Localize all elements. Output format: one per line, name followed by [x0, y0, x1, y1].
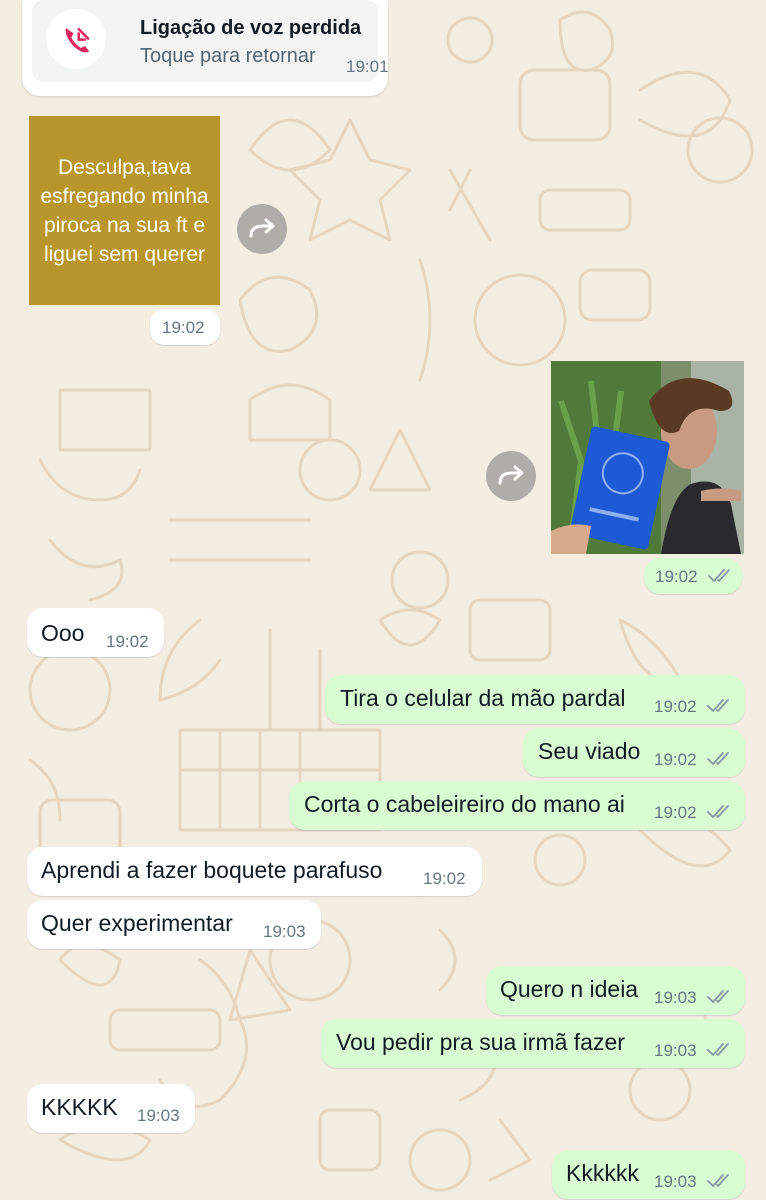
image-message-time-pill: 19:02 — [150, 309, 220, 345]
outgoing-message[interactable]: Tira o celular da mão pardal 19:02 — [325, 675, 745, 724]
missed-call-icon — [65, 27, 90, 53]
double-check-icon — [707, 1174, 729, 1187]
double-check-icon — [707, 805, 729, 818]
outgoing-message[interactable]: Seu viado 19:02 — [523, 728, 745, 777]
missed-call-icon-container — [46, 9, 106, 69]
message-text: Ooo — [41, 620, 85, 646]
incoming-message[interactable]: KKKKK 19:03 — [27, 1084, 195, 1133]
missed-call-message[interactable]: Ligação de voz perdida Toque para retorn… — [22, 0, 389, 96]
image-message-text: Desculpa,tava esfregando minha piroca na… — [40, 155, 209, 266]
message-text: KKKKK — [41, 1094, 118, 1120]
message-text: Quero n ideia — [500, 976, 639, 1002]
message-text: Seu viado — [538, 738, 641, 764]
incoming-message[interactable]: Quer experimentar 19:03 — [27, 900, 321, 949]
forward-button[interactable] — [486, 451, 536, 501]
double-check-icon — [707, 990, 729, 1003]
forward-icon — [498, 465, 524, 485]
outgoing-message[interactable]: Vou pedir pra sua irmã fazer 19:03 — [321, 1019, 745, 1068]
forward-button[interactable] — [237, 204, 287, 254]
outgoing-message[interactable]: Quero n ideia 19:03 — [486, 966, 745, 1015]
message-text: Kkkkkk — [566, 1160, 639, 1186]
message-text: Vou pedir pra sua irmã fazer — [336, 1029, 625, 1055]
chat-area: Ligação de voz perdida Toque para retorn… — [0, 0, 766, 1200]
double-check-icon — [707, 699, 729, 712]
message-time: 19:02 — [654, 750, 697, 769]
message-time: 19:02 — [654, 803, 697, 822]
message-time: 19:02 — [423, 869, 466, 888]
missed-call-title: Ligação de voz perdida — [140, 17, 362, 39]
message-text: Tira o celular da mão pardal — [340, 685, 626, 711]
message-time: 19:03 — [654, 1041, 697, 1060]
incoming-message[interactable]: Aprendi a fazer boquete parafuso 19:02 — [27, 847, 482, 896]
message-time: 19:03 — [137, 1106, 180, 1125]
incoming-message[interactable]: Ooo 19:02 — [27, 608, 164, 657]
message-time: 19:02 — [655, 567, 698, 586]
forward-icon — [249, 218, 275, 238]
missed-call-subtitle: Toque para retornar — [140, 45, 316, 67]
photo-thumbnail — [551, 361, 744, 554]
photo-message-meta: 19:02 — [644, 558, 742, 594]
outgoing-message[interactable]: Kkkkkk 19:03 — [552, 1150, 745, 1199]
double-check-icon — [707, 752, 729, 765]
message-time: 19:03 — [654, 988, 697, 1007]
message-text: Aprendi a fazer boquete parafuso — [41, 857, 383, 883]
missed-call-time: 19:01 — [346, 57, 389, 76]
message-time: 19:02 — [654, 697, 697, 716]
image-message[interactable]: Desculpa,tava esfregando minha piroca na… — [29, 116, 220, 305]
message-time: 19:02 — [162, 318, 205, 337]
double-check-icon — [708, 569, 730, 582]
outgoing-message[interactable]: Corta o cabeleireiro do mano ai 19:02 — [289, 781, 745, 830]
message-text: Quer experimentar — [41, 910, 233, 936]
message-text: Corta o cabeleireiro do mano ai — [304, 791, 625, 817]
message-time: 19:03 — [263, 922, 306, 941]
message-time: 19:02 — [106, 632, 149, 651]
missed-call-card[interactable]: Ligação de voz perdida Toque para retorn… — [32, 0, 389, 82]
double-check-icon — [707, 1043, 729, 1056]
message-time: 19:03 — [654, 1172, 697, 1191]
photo-message[interactable] — [551, 361, 744, 554]
